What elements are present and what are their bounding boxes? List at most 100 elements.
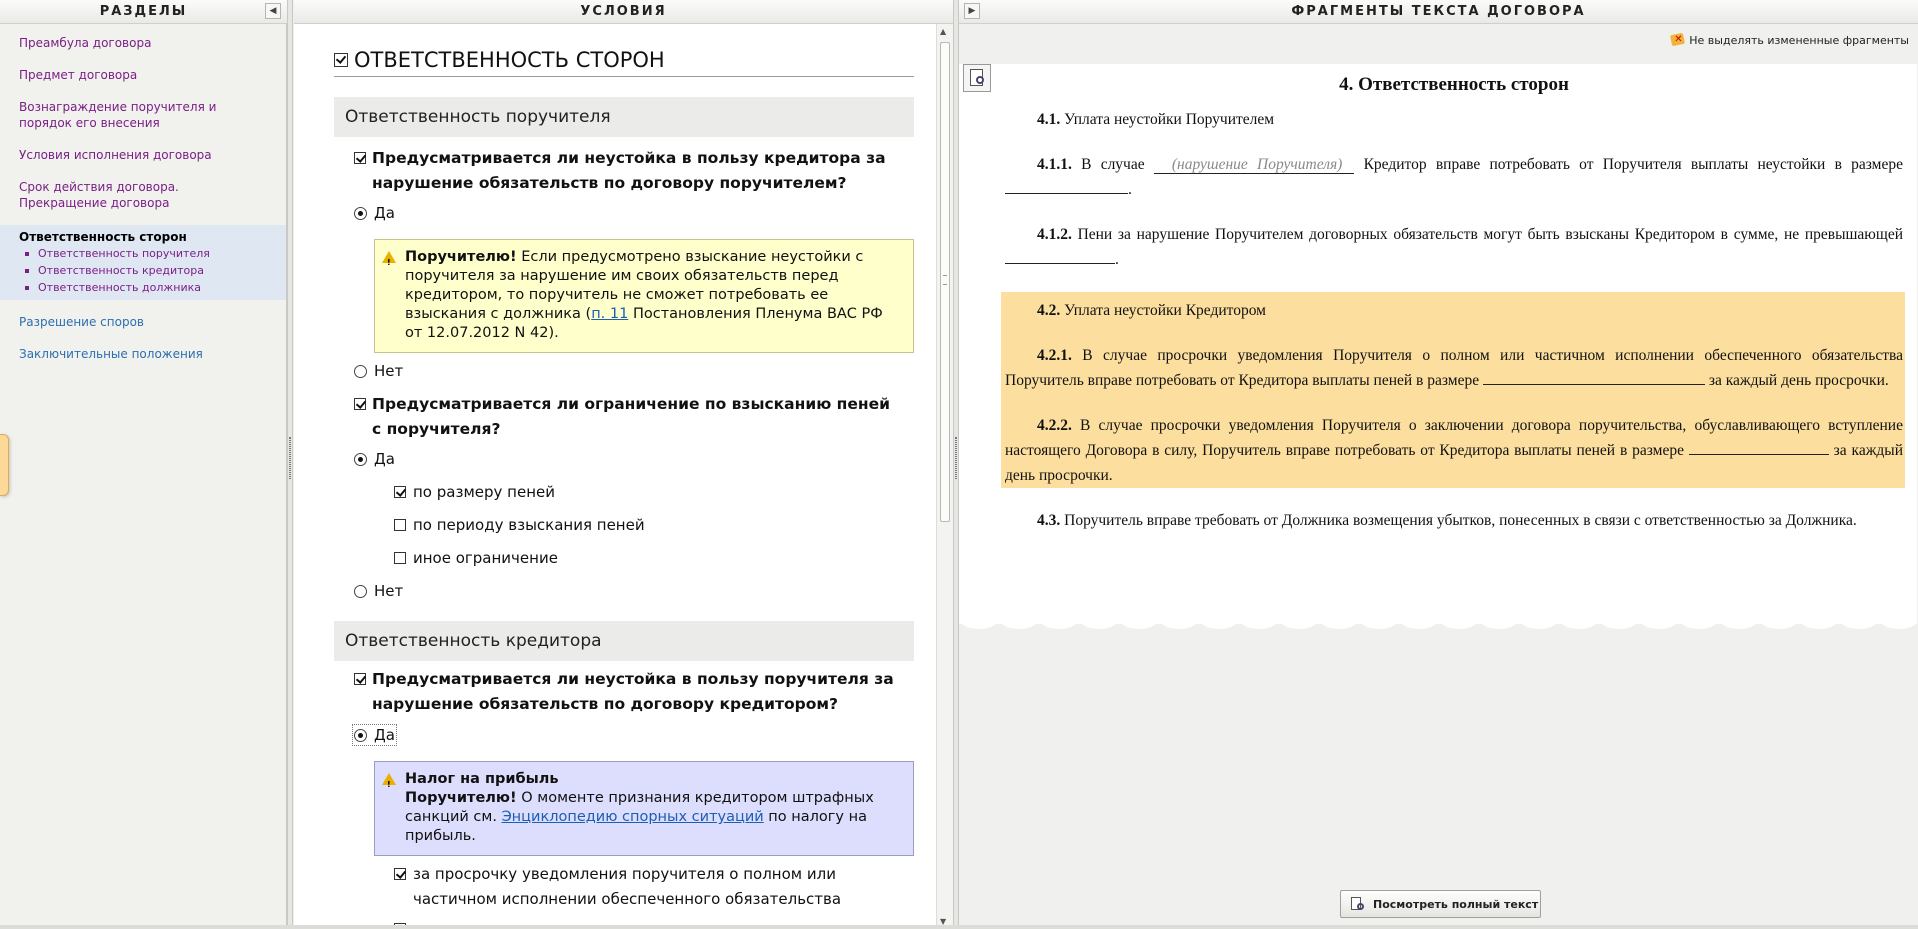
- warning-icon: [382, 251, 396, 272]
- q3-yes-label: Да: [374, 726, 395, 744]
- document-view-button[interactable]: [963, 64, 991, 92]
- clause-4-2-2-num: 4.2.2.: [1037, 417, 1072, 434]
- daily-penalty-blank[interactable]: [1482, 369, 1705, 385]
- grip-icon: [955, 437, 957, 479]
- late-notice-penalty-blank[interactable]: [1688, 439, 1829, 455]
- clause-4-1-2-num: 4.1.2.: [1037, 226, 1072, 243]
- question-guarantor-penalty-text: Предусматривается ли неустойка в пользу …: [372, 149, 886, 192]
- clause-4-2: 4.2. Уплата неустойки Кредитором: [1005, 298, 1903, 323]
- question-guarantor-penalty-checkbox[interactable]: [354, 152, 366, 164]
- fragments-panel: ✕ Не выделять измененные фрагменты 4. От…: [959, 24, 1918, 929]
- subnav-creditor[interactable]: Ответственность кредитора: [19, 262, 267, 279]
- note2-link[interactable]: Энциклопедию спорных ситуаций: [502, 809, 764, 825]
- sidebar-item-fee[interactable]: Вознаграждение поручителя и порядок его …: [0, 99, 286, 131]
- question-penalty-limit-checkbox[interactable]: [354, 398, 366, 410]
- splitter-left[interactable]: [287, 0, 293, 929]
- collapse-sidebar-button[interactable]: ◀: [265, 3, 281, 19]
- highlight-toggle-label: Не выделять измененные фрагменты: [1689, 33, 1909, 47]
- note2-title: Налог на прибыль: [405, 771, 559, 787]
- chevron-left-icon: ◀: [269, 6, 277, 16]
- sidebar-item-term[interactable]: Срок действия договора. Прекращение дого…: [0, 179, 286, 211]
- clause-4-1: 4.1. Уплата неустойки Поручителем: [1005, 107, 1903, 132]
- question-guarantor-penalty: Предусматривается ли неустойка в пользу …: [354, 146, 894, 196]
- limit-other-option[interactable]: иное ограничение: [394, 549, 558, 567]
- question-penalty-limit-text: Предусматривается ли ограничение по взыс…: [372, 395, 890, 438]
- sidebar-item-subject[interactable]: Предмет договора: [0, 67, 286, 83]
- clause-4-3-num: 4.3.: [1037, 512, 1061, 529]
- side-tab-handle[interactable]: [0, 434, 9, 496]
- highlighter-off-icon: ✕: [1670, 32, 1686, 47]
- conditions-scrollbar[interactable]: ▲ ▼: [936, 24, 953, 929]
- question-creditor-penalty: Предусматривается ли неустойка в пользу …: [354, 667, 894, 717]
- contract-text: 4. Ответственность сторон 4.1. Уплата не…: [1001, 64, 1905, 553]
- clause-4-1-1-text-b: Кредитор вправе потребовать от Поручител…: [1354, 156, 1903, 173]
- question-penalty-limit: Предусматривается ли ограничение по взыс…: [354, 392, 894, 442]
- note1-bold: Поручителю!: [405, 249, 517, 265]
- note2-bold: Поручителю!: [405, 790, 517, 806]
- q1-no-radio[interactable]: Нет: [354, 362, 403, 380]
- view-full-text-label: Посмотреть полный текст: [1373, 897, 1539, 911]
- q1-yes-label: Да: [374, 204, 395, 222]
- sidebar-item-preamble[interactable]: Преамбула договора: [0, 35, 286, 51]
- conditions-panel: ОТВЕТСТВЕННОСТЬ СТОРОН Ответственность п…: [294, 24, 936, 929]
- highlight-toggle[interactable]: ✕ Не выделять измененные фрагменты: [1670, 32, 1909, 47]
- grip-icon: [289, 437, 291, 479]
- view-full-text-button[interactable]: Посмотреть полный текст: [1340, 890, 1541, 918]
- group-guarantor-liability: Ответственность поручителя: [334, 97, 914, 137]
- clause-4-2-1-num: 4.2.1.: [1037, 347, 1072, 364]
- clause-4-1-2: 4.1.2. Пени за нарушение Поручителем дог…: [1005, 222, 1903, 272]
- q1-yes-radio[interactable]: Да: [354, 204, 395, 222]
- radio-empty-icon: [354, 364, 367, 378]
- scrollbar-thumb[interactable]: [940, 42, 950, 522]
- clause-4-1-1-num: 4.1.1.: [1037, 156, 1072, 173]
- q2-yes-radio[interactable]: Да: [354, 450, 395, 468]
- group-creditor-liability: Ответственность кредитора: [334, 621, 914, 661]
- scroll-up-icon[interactable]: ▲: [940, 27, 946, 36]
- radio-selected-icon: [354, 728, 367, 742]
- limit-by-period-label: по периоду взыскания пеней: [413, 516, 645, 534]
- creditor-tax-note: Налог на прибыль Поручителю! О моменте п…: [374, 761, 914, 856]
- fragments-header-title: ФРАГМЕНТЫ ТЕКСТА ДОГОВОРА: [1291, 4, 1586, 19]
- conditions-title: ОТВЕТСТВЕННОСТЬ СТОРОН: [334, 48, 914, 77]
- clause-4-3: 4.3. Поручитель вправе требовать от Долж…: [1005, 508, 1903, 533]
- clause-4-2-1: 4.2.1. В случае просрочки уведомления По…: [1005, 343, 1903, 393]
- subnav-debtor[interactable]: Ответственность должника: [19, 279, 267, 296]
- clause-4-1-text: Уплата неустойки Поручителем: [1060, 111, 1275, 128]
- status-strip: [0, 925, 1918, 929]
- fragments-header: ФРАГМЕНТЫ ТЕКСТА ДОГОВОРА: [959, 0, 1918, 24]
- subnav-guarantor[interactable]: Ответственность поручителя: [19, 245, 267, 262]
- clause-4-3-text: Поручитель вправе требовать от Должника …: [1060, 512, 1857, 529]
- document-search-icon: [1351, 896, 1365, 912]
- creditor-late-notice-option[interactable]: за просрочку уведомления поручителя о по…: [394, 862, 904, 912]
- question-creditor-penalty-checkbox[interactable]: [354, 673, 366, 685]
- warning-icon: [382, 773, 396, 794]
- penalty-amount-blank[interactable]: [1005, 178, 1128, 194]
- radio-selected-icon: [354, 452, 367, 466]
- conditions-header-title: УСЛОВИЯ: [580, 4, 667, 19]
- limit-by-period-option[interactable]: по периоду взыскания пеней: [394, 516, 645, 534]
- clause-4-1-2-text: Пени за нарушение Поручителем договорных…: [1071, 226, 1903, 243]
- section-checkbox[interactable]: [334, 53, 348, 67]
- limit-by-amount-option[interactable]: по размеру пеней: [394, 483, 555, 501]
- app-window: РАЗДЕЛЫ ◀ Преамбула договора Предмет дог…: [0, 0, 1918, 929]
- q3-yes-radio[interactable]: Да: [352, 724, 397, 746]
- fragments-toolbar: ✕ Не выделять измененные фрагменты: [959, 24, 1918, 54]
- sidebar-item-disputes[interactable]: Разрешение споров: [0, 314, 286, 330]
- creditor-late-notice-label: за просрочку уведомления поручителя о по…: [413, 865, 842, 908]
- clause-4-1-1: 4.1.1. В случае (нарушение Поручителя) К…: [1005, 152, 1903, 202]
- checkbox-empty-icon: [394, 552, 406, 564]
- sidebar-item-execution[interactable]: Условия исполнения договора: [0, 147, 286, 163]
- contract-heading: 4. Ответственность сторон: [1339, 74, 1569, 95]
- guarantor-violation-field[interactable]: (нарушение Поручителя): [1153, 156, 1355, 174]
- sidebar-item-liability[interactable]: Ответственность сторон Ответственность п…: [0, 225, 286, 300]
- q2-no-radio[interactable]: Нет: [354, 582, 403, 600]
- max-penalty-blank[interactable]: [1005, 248, 1115, 264]
- changed-fragment-highlight: 4.2. Уплата неустойки Кредитором 4.2.1. …: [1001, 292, 1905, 488]
- sidebar-item-final[interactable]: Заключительные положения: [0, 346, 286, 362]
- note1-link[interactable]: п. 11: [591, 306, 628, 322]
- guarantor-note: Поручителю! Если предусмотрено взыскание…: [374, 239, 914, 353]
- clause-4-2-1-text-b: за каждый день просрочки.: [1704, 372, 1889, 389]
- conditions-title-text: ОТВЕТСТВЕННОСТЬ СТОРОН: [354, 48, 665, 72]
- clause-4-2-2: 4.2.2. В случае просрочки уведомления По…: [1005, 413, 1903, 488]
- expand-panel-button[interactable]: ▶: [964, 3, 980, 19]
